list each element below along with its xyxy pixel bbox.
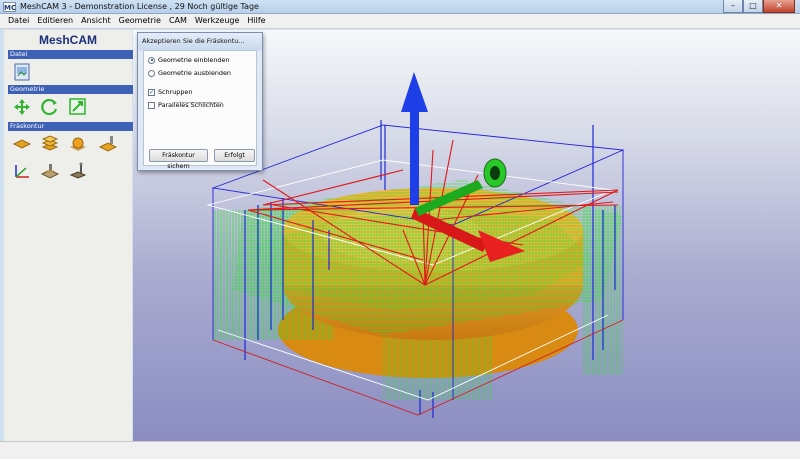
menu-datei[interactable]: Datei xyxy=(4,14,33,28)
show-geometry-radio[interactable] xyxy=(148,56,155,64)
section-geometrie: Geometrie xyxy=(8,85,133,94)
axes-icon[interactable] xyxy=(12,162,32,180)
stack-layers-icon[interactable] xyxy=(40,135,60,153)
hide-geometry-label: Geometrie ausblenden xyxy=(158,69,231,77)
close-button[interactable]: ✕ xyxy=(763,0,795,13)
layer-icon[interactable] xyxy=(12,135,32,153)
roughing-option[interactable]: ✓ Schruppen xyxy=(148,87,192,97)
roughing-label: Schruppen xyxy=(158,88,193,96)
dialog-body: Geometrie einblenden Geometrie ausblende… xyxy=(143,50,257,170)
sphere-icon[interactable] xyxy=(68,135,88,153)
window-controls: – □ ✕ xyxy=(723,0,795,13)
menu-geometrie[interactable]: Geometrie xyxy=(115,14,165,28)
minimize-button[interactable]: – xyxy=(723,0,743,13)
done-button[interactable]: Erfolgt xyxy=(214,149,255,162)
menu-werkzeuge[interactable]: Werkzeuge xyxy=(191,14,243,28)
menu-hilfe[interactable]: Hilfe xyxy=(243,14,269,28)
scale-icon[interactable] xyxy=(68,98,88,116)
open-file-icon[interactable] xyxy=(12,63,32,81)
app-icon: MC xyxy=(3,2,17,12)
window-title: MeshCAM 3 - Demonstration License , 29 N… xyxy=(20,2,259,11)
roughing-checkbox[interactable]: ✓ xyxy=(148,88,155,96)
parallel-finishing-checkbox[interactable] xyxy=(148,101,155,109)
parallel-finishing-option[interactable]: Paralleles Schlichten xyxy=(148,100,224,110)
title-bar: MC MeshCAM 3 - Demonstration License , 2… xyxy=(0,0,800,14)
show-geometry-label: Geometrie einblenden xyxy=(158,56,230,64)
hide-geometry-option[interactable]: Geometrie ausblenden xyxy=(148,68,231,78)
parallel-finishing-label: Paralleles Schlichten xyxy=(158,101,224,109)
menu-editieren[interactable]: Editieren xyxy=(33,14,77,28)
dialog-title: Akzeptieren Sie die Fräskontu... xyxy=(138,33,262,50)
roughing-wall-front xyxy=(383,330,493,400)
move-arrows-icon[interactable] xyxy=(12,98,32,116)
toolpath-height-icon[interactable] xyxy=(98,135,118,153)
section-datei: Datei xyxy=(8,50,133,59)
section-fraeskontur: Fräskontur xyxy=(8,122,133,131)
sidebar: MeshCAM Datei Geometrie Fräskontur xyxy=(4,30,133,441)
menu-ansicht[interactable]: Ansicht xyxy=(77,14,115,28)
z-axis-arrow xyxy=(401,72,428,205)
menu-bar: Datei Editieren Ansicht Geometrie CAM We… xyxy=(0,14,800,29)
rotate-icon[interactable] xyxy=(40,98,60,116)
probe-icon[interactable] xyxy=(68,162,88,180)
tool-setup-icon[interactable] xyxy=(40,162,60,180)
save-toolpath-button[interactable]: Fräskontur sichern xyxy=(149,149,208,170)
show-geometry-option[interactable]: Geometrie einblenden xyxy=(148,55,229,65)
brand-title: MeshCAM xyxy=(38,33,97,47)
status-bar xyxy=(0,441,800,459)
toolpath-accept-dialog: Akzeptieren Sie die Fräskontu... Geometr… xyxy=(137,32,263,171)
menu-cam[interactable]: CAM xyxy=(165,14,191,28)
maximize-button[interactable]: □ xyxy=(743,0,763,13)
hide-geometry-radio[interactable] xyxy=(148,69,155,77)
